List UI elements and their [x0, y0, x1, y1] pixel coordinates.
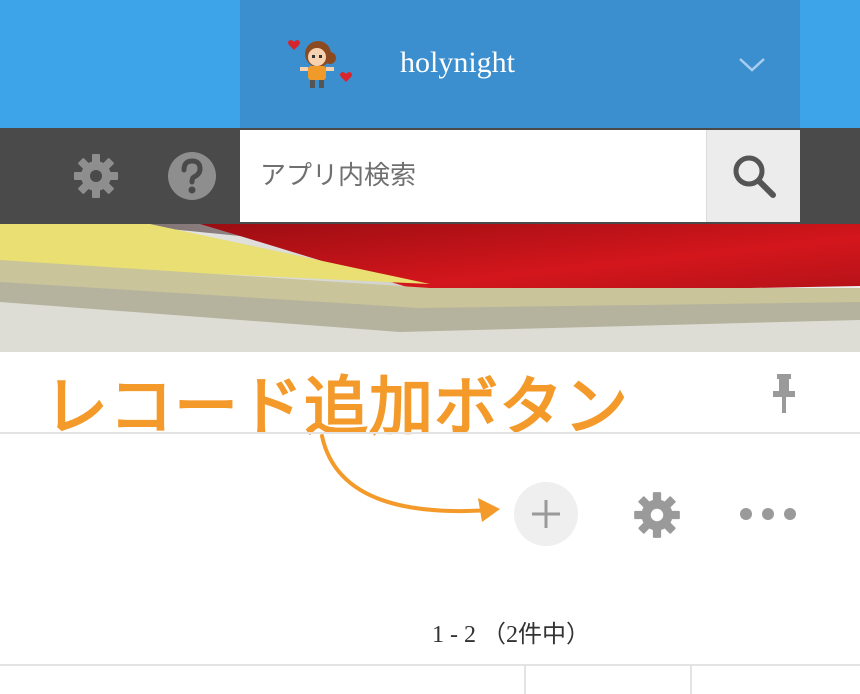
pagination-info: 1 - 2 （2件中）	[432, 622, 590, 648]
help-icon[interactable]	[166, 150, 218, 202]
toolbar	[0, 128, 860, 224]
ellipsis-icon	[740, 508, 752, 520]
gear-icon[interactable]	[630, 488, 684, 542]
annotation-arrow	[320, 434, 500, 522]
character-avatar-icon	[288, 40, 352, 88]
app-banner-image	[0, 224, 860, 352]
username-label: holynight	[400, 46, 516, 79]
top-header-bar: holynight	[0, 0, 860, 128]
more-options-button[interactable]	[740, 500, 796, 528]
search-button[interactable]	[706, 130, 800, 222]
search-field[interactable]	[240, 130, 706, 222]
chevron-down-icon[interactable]	[736, 50, 768, 78]
gear-icon[interactable]	[70, 150, 122, 202]
column-divider	[524, 666, 526, 694]
search-input[interactable]	[240, 130, 706, 222]
add-record-button[interactable]	[514, 482, 578, 546]
user-menu[interactable]: holynight	[240, 0, 800, 128]
column-divider	[690, 666, 692, 694]
plus-icon	[532, 500, 560, 528]
table-header	[0, 664, 860, 694]
search-icon	[733, 155, 776, 198]
pin-icon[interactable]	[768, 372, 800, 416]
